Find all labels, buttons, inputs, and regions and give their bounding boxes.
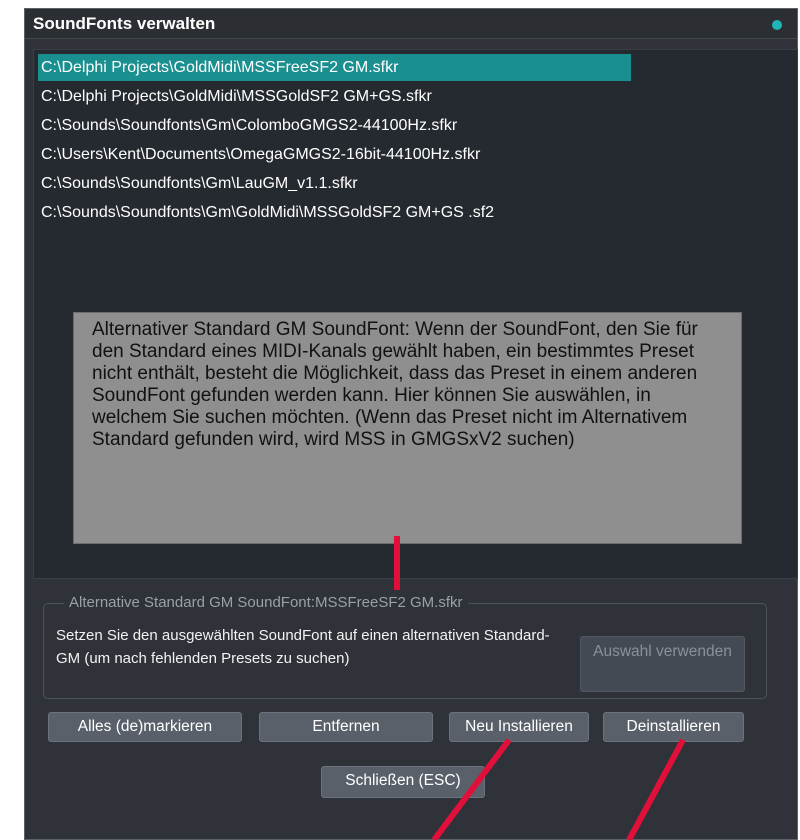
soundfont-list-item[interactable]: C:\Delphi Projects\GoldMidi\MSSGoldSF2 G… <box>38 83 631 110</box>
help-tooltip: Alternativer Standard GM SoundFont: Wenn… <box>73 312 742 544</box>
status-dot-icon <box>772 20 782 30</box>
title-bar[interactable]: SoundFonts verwalten <box>25 9 797 39</box>
toggle-all-button[interactable]: Alles (de)markieren <box>48 712 242 742</box>
window-title: SoundFonts verwalten <box>33 14 216 33</box>
use-selection-button[interactable]: Auswahl verwenden <box>580 636 745 692</box>
annotation-pointer <box>394 536 400 590</box>
soundfont-list-item[interactable]: C:\Sounds\Soundfonts\Gm\GoldMidi\MSSGold… <box>38 199 631 226</box>
soundfont-list-item[interactable]: C:\Delphi Projects\GoldMidi\MSSFreeSF2 G… <box>38 54 631 81</box>
alt-standard-description: Setzen Sie den ausgewählten SoundFont au… <box>56 627 550 667</box>
remove-button[interactable]: Entfernen <box>259 712 433 742</box>
soundfont-list-item[interactable]: C:\Sounds\Soundfonts\Gm\LauGM_v1.1.sfkr <box>38 170 631 197</box>
install-button[interactable]: Neu Installieren <box>449 712 589 742</box>
soundfont-list-item[interactable]: C:\Users\Kent\Documents\OmegaGMGS2-16bit… <box>38 141 631 168</box>
uninstall-button[interactable]: Deinstallieren <box>603 712 744 742</box>
alt-standard-legend: Alternative Standard GM SoundFont:MSSFre… <box>64 594 468 611</box>
close-button[interactable]: Schließen (ESC) <box>321 766 485 798</box>
soundfont-list-item[interactable]: C:\Sounds\Soundfonts\Gm\ColomboGMGS2-441… <box>38 112 631 139</box>
alt-standard-groupbox: Alternative Standard GM SoundFont:MSSFre… <box>43 594 767 699</box>
